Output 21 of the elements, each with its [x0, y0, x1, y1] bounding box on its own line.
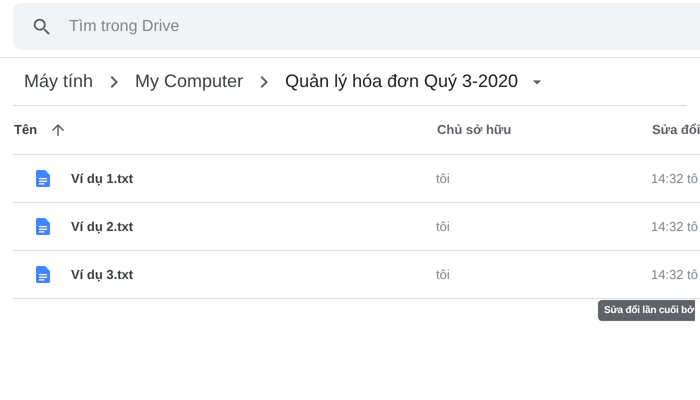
owner-cell-text: tôi	[436, 266, 450, 284]
tooltip: Sửa đổi lần cuối bở	[598, 300, 696, 321]
modified-cell-text: 14:32 tô	[651, 266, 698, 284]
file-name[interactable]: Ví dụ 1.txt	[71, 168, 134, 188]
owner-cell-text: tôi	[436, 170, 450, 188]
modified-cell-text: 14:32 tô	[651, 218, 698, 236]
column-header[interactable]: Sửa đổi	[652, 120, 700, 140]
breadcrumb-item[interactable]: My Computer	[134, 68, 244, 95]
search-field[interactable]: Tìm trong Drive	[13, 3, 700, 50]
breadcrumb-item[interactable]: Máy tính	[23, 68, 94, 95]
file-name[interactable]: Ví dụ 3.txt	[71, 264, 134, 284]
search-input: Tìm trong Drive	[69, 14, 569, 38]
document-icon	[36, 218, 50, 235]
document-icon	[36, 266, 50, 283]
column-header[interactable]: Tên	[14, 120, 38, 140]
column-header[interactable]: Chủ sở hữu	[437, 120, 512, 140]
breadcrumb-item[interactable]: Quản lý hóa đơn Quý 3-2020	[284, 68, 520, 95]
file-name[interactable]: Ví dụ 2.txt	[71, 216, 134, 236]
owner-cell-text: tôi	[436, 218, 450, 236]
modified-cell-text: 14:32 tô	[651, 170, 698, 188]
document-icon	[36, 170, 50, 187]
